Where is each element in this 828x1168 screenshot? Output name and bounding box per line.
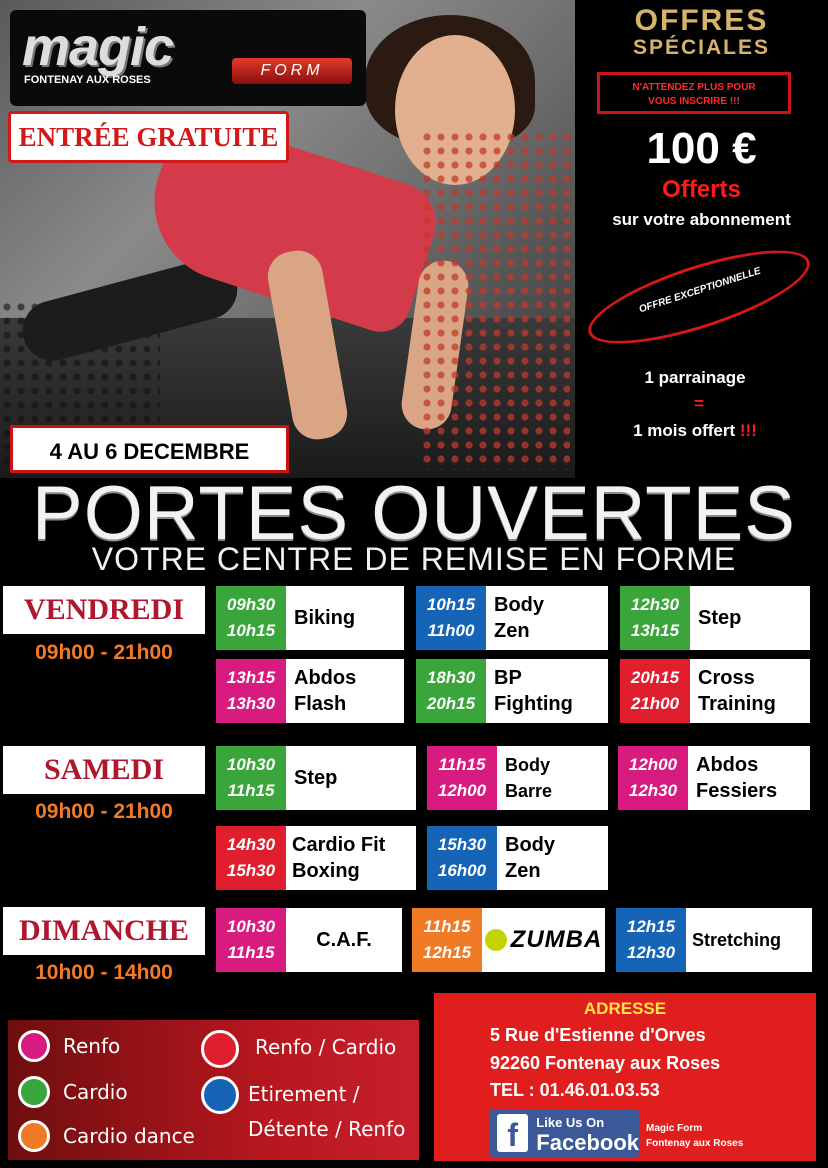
facebook-page-name: Magic Form Fontenay aux Roses — [646, 1123, 744, 1149]
referral-line3: 1 mois offert !!! — [575, 421, 815, 441]
legend-pink-dot — [18, 1030, 50, 1062]
zumba-logo-icon — [484, 929, 507, 951]
class-friday-abdos-flash: 13h15 13h30 Abdos Flash — [216, 659, 404, 723]
class-friday-biking: 09h30 10h15 Biking — [216, 586, 404, 650]
class-saturday-body-zen: 15h30 16h00 Body Zen — [427, 826, 608, 890]
sunday-hours: 10h00 - 14h00 — [35, 961, 173, 984]
class-friday-cross-training: 20h15 21h00 Cross Training — [620, 659, 810, 723]
class-saturday-cardio-fit-boxing: 14h30 15h30 Cardio Fit Boxing — [216, 826, 416, 890]
legend-orange-dot — [18, 1120, 50, 1152]
class-sunday-stretching: 12h15 12h30 Stretching — [616, 908, 812, 972]
class-saturday-body-barre: 11h15 12h00 Body Barre — [427, 746, 608, 810]
facebook-icon: f — [497, 1114, 529, 1153]
legend-renfo-cardio: Renfo / Cardio — [255, 1035, 397, 1059]
offer-amount: 100 € — [646, 124, 757, 173]
day-sunday: DIMANCHE — [3, 907, 205, 955]
address-heading: ADRESSE — [583, 999, 667, 1018]
class-sunday-zumba: 11h15 12h15 ZUMBA — [412, 908, 605, 972]
legend-blue-dot — [201, 1076, 239, 1114]
address-phone: TEL : 01.46.01.03.53 — [490, 1080, 660, 1100]
class-saturday-abdos-fessiers: 12h00 12h30 Abdos Fessiers — [618, 746, 810, 810]
address-street: 5 Rue d'Estienne d'Orves — [490, 1025, 706, 1045]
logo-word: magic — [22, 17, 174, 77]
legend-cardio: Cardio — [63, 1080, 128, 1104]
referral-exclaim: !!! — [739, 421, 757, 440]
event-dates: 4 AU 6 DECEMBRE — [10, 425, 289, 473]
banner-subtitle: VOTRE CENTRE DE REMISE EN FORME — [91, 541, 737, 577]
signup-notice: N'ATTENDEZ PLUS POUR VOUS INSCRIRE !!! — [597, 72, 791, 114]
class-friday-bp-fighting: 18h30 20h15 BP Fighting — [416, 659, 608, 723]
legend-etirement-line1: Etirement / — [248, 1082, 360, 1106]
legend-cardio-dance: Cardio dance — [63, 1124, 195, 1148]
color-legend: Renfo Cardio Cardio dance Renfo / Cardio… — [8, 1020, 419, 1160]
class-saturday-step: 10h30 11h15 Step — [216, 746, 416, 810]
offer-label: Offerts — [662, 176, 741, 203]
referral-equals: = — [694, 394, 704, 413]
legend-red-dot — [201, 1030, 239, 1068]
offers-title: OFFRES — [634, 4, 769, 37]
free-entry-stamp: ENTRÉE GRATUITE — [8, 111, 289, 163]
logo-form: FORM — [232, 58, 352, 84]
referral-line1: 1 parrainage — [644, 368, 746, 387]
class-friday-step: 12h30 13h15 Step — [620, 586, 810, 650]
saturday-hours: 09h00 - 21h00 — [35, 800, 173, 823]
offers-subtitle: SPÉCIALES — [632, 36, 771, 59]
signup-notice-line1: N'ATTENDEZ PLUS POUR — [632, 82, 756, 93]
day-friday: VENDREDI — [3, 586, 205, 634]
class-sunday-caf: 10h30 11h15 C.A.F. — [216, 908, 402, 972]
class-friday-body-zen: 10h15 11h00 Body Zen — [416, 586, 608, 650]
friday-hours: 09h00 - 21h00 — [35, 641, 173, 664]
referral-text: 1 mois offert — [633, 421, 736, 440]
signup-notice-line2: VOUS INSCRIRE !!! — [648, 96, 740, 107]
offer-detail: sur votre abonnement — [612, 210, 791, 229]
facebook-label: Facebook — [536, 1130, 639, 1155]
legend-renfo: Renfo — [63, 1034, 121, 1058]
legend-etirement-line2: Détente / Renfo — [248, 1117, 406, 1141]
day-saturday: SAMEDI — [3, 746, 205, 794]
legend-green-dot — [18, 1076, 50, 1108]
facebook-button[interactable]: f Like Us On Facebook — [489, 1109, 639, 1157]
logo-city: FONTENAY AUX ROSES — [24, 74, 151, 86]
address-city: 92260 Fontenay aux Roses — [490, 1053, 721, 1073]
